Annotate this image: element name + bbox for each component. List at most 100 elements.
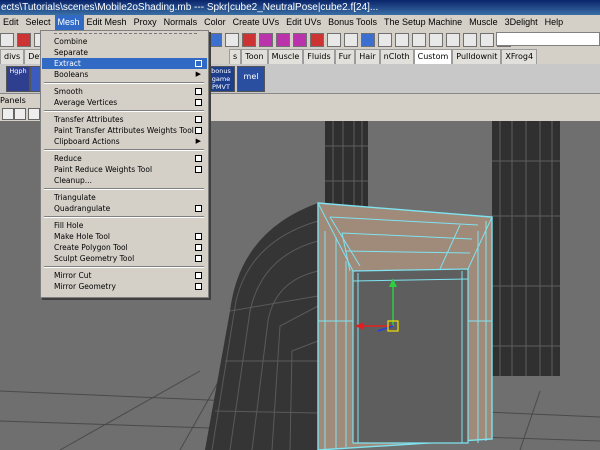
menu-item-separate[interactable]: Separate — [42, 47, 207, 58]
menu-proxy[interactable]: Proxy — [131, 15, 161, 30]
option-box-icon[interactable] — [195, 127, 202, 134]
ipr-render-icon[interactable] — [361, 33, 375, 47]
shelf-tab-hair[interactable]: Hair — [355, 49, 380, 64]
menu-item-quadrangulate[interactable]: Quadrangulate — [42, 203, 207, 214]
snap-curve-icon[interactable] — [276, 33, 290, 47]
clapper-icon-5[interactable] — [480, 33, 494, 47]
menu-item-combine[interactable]: Combine — [42, 36, 207, 47]
menu-item-create-polygon-tool[interactable]: Create Polygon Tool — [42, 242, 207, 253]
clapper-icon-3[interactable] — [446, 33, 460, 47]
menu-create-uvs[interactable]: Create UVs — [230, 15, 284, 30]
shelf-tab-xfrog4[interactable]: XFrog4 — [501, 49, 538, 64]
option-box-icon[interactable] — [195, 99, 202, 106]
option-box-icon[interactable] — [195, 155, 202, 162]
snap-grid-icon[interactable] — [259, 33, 273, 47]
option-box-icon[interactable] — [195, 244, 202, 251]
menu-select[interactable]: Select — [23, 15, 55, 30]
panels-menu[interactable]: Panels — [0, 96, 26, 105]
input-line-icon[interactable] — [395, 33, 409, 47]
menu-item-cleanup[interactable]: Cleanup... — [42, 175, 207, 186]
option-box-icon[interactable] — [195, 255, 202, 262]
menu-item-reduce[interactable]: Reduce — [42, 153, 207, 164]
camera-icon[interactable] — [2, 108, 14, 120]
menu-separator — [44, 188, 204, 190]
menu-separator — [44, 149, 204, 151]
select-component-icon[interactable] — [242, 33, 256, 47]
select-object-icon[interactable] — [225, 33, 239, 47]
menu-item-booleans[interactable]: Booleans ▶ — [42, 69, 207, 80]
menu-item-mirror-geometry[interactable]: Mirror Geometry — [42, 281, 207, 292]
menu-item-paint-reduce-weights[interactable]: Paint Reduce Weights Tool — [42, 164, 207, 175]
option-box-icon[interactable] — [195, 60, 202, 67]
shelf-tab-divs[interactable]: divs — [0, 49, 25, 64]
menu-muscle[interactable]: Muscle — [466, 15, 502, 30]
submenu-arrow-icon: ▶ — [195, 137, 201, 145]
menu-edit[interactable]: Edit — [0, 15, 23, 30]
menu-item-smooth[interactable]: Smooth — [42, 86, 207, 97]
main-menu-bar: Edit Select Mesh Edit Mesh Proxy Normals Color… — [0, 15, 600, 30]
option-box-icon[interactable] — [195, 283, 202, 290]
menu-mesh[interactable]: Mesh — [54, 15, 84, 30]
shelf-button-mel[interactable]: mel — [237, 66, 265, 92]
menu-item-fill-hole[interactable]: Fill Hole — [42, 220, 207, 231]
option-box-icon[interactable] — [195, 166, 202, 173]
clapper-icon-4[interactable] — [463, 33, 477, 47]
shelf-tab-s[interactable]: s — [229, 49, 242, 64]
shelf-tab-ncloth[interactable]: nCloth — [379, 49, 414, 64]
snap-surface-icon[interactable] — [310, 33, 324, 47]
clapper-icon-2[interactable] — [429, 33, 443, 47]
shelf-button-bonus-game[interactable]: bonus game PMVT — [207, 66, 235, 92]
window-title-bar: ects\Tutorials\scenes\Mobile2oShading.mb… — [0, 0, 600, 15]
shelf-button-mel-label: mel — [243, 72, 259, 81]
right-column-mesh — [492, 121, 560, 376]
selected-frame-mesh — [317, 202, 493, 450]
menu-3delight[interactable]: 3Delight — [502, 15, 542, 30]
render-frame-icon[interactable] — [344, 33, 358, 47]
quick-input-field[interactable] — [496, 32, 600, 46]
option-box-icon[interactable] — [195, 233, 202, 240]
menu-item-transfer-attributes[interactable]: Transfer Attributes — [42, 114, 207, 125]
snap-point-icon[interactable] — [293, 33, 307, 47]
option-box-icon[interactable] — [195, 88, 202, 95]
mesh-menu-dropdown: Combine Separate Extract Booleans ▶ Smoot… — [40, 30, 209, 298]
menu-item-clipboard-actions[interactable]: Clipboard Actions ▶ — [42, 136, 207, 147]
window-title: ects\Tutorials\scenes\Mobile2oShading.mb… — [1, 2, 379, 13]
option-box-icon[interactable] — [195, 272, 202, 279]
shelf-tab-fur[interactable]: Fur — [334, 49, 356, 64]
render-settings-icon[interactable] — [378, 33, 392, 47]
menu-separator — [44, 216, 204, 218]
menu-item-mirror-cut[interactable]: Mirror Cut — [42, 270, 207, 281]
menu-separator — [44, 82, 204, 84]
shelf-button-hgph[interactable]: Hgph — [6, 66, 30, 92]
menu-item-extract[interactable]: Extract — [42, 58, 207, 69]
image-plane-icon[interactable] — [28, 108, 40, 120]
shelf-tab-pulldownit[interactable]: Pulldownit — [452, 49, 502, 64]
menu-edit-mesh[interactable]: Edit Mesh — [84, 15, 131, 30]
menu-help[interactable]: Help — [542, 15, 568, 30]
shelf-tab-fluids[interactable]: Fluids — [303, 49, 335, 64]
option-box-icon[interactable] — [195, 116, 202, 123]
select-hierarchy-icon[interactable] — [208, 33, 222, 47]
menu-normals[interactable]: Normals — [161, 15, 202, 30]
clapper-icon[interactable] — [412, 33, 426, 47]
menu-edit-uvs[interactable]: Edit UVs — [283, 15, 325, 30]
bookmark-icon[interactable] — [14, 108, 26, 120]
mode-icon[interactable] — [0, 33, 14, 47]
menu-bonus-tools[interactable]: Bonus Tools — [325, 15, 381, 30]
menu-separator — [44, 266, 204, 268]
menu-color[interactable]: Color — [201, 15, 230, 30]
menu-separator — [44, 110, 204, 112]
new-scene-icon[interactable] — [17, 33, 31, 47]
option-box-icon[interactable] — [195, 205, 202, 212]
menu-item-make-hole-tool[interactable]: Make Hole Tool — [42, 231, 207, 242]
menu-item-sculpt-geometry-tool[interactable]: Sculpt Geometry Tool — [42, 253, 207, 264]
shelf-tab-muscle[interactable]: Muscle — [267, 49, 304, 64]
history-icon[interactable] — [327, 33, 341, 47]
shelf-tab-custom[interactable]: Custom — [413, 49, 453, 64]
menu-setup-machine[interactable]: The Setup Machine — [381, 15, 466, 30]
shelf-tab-toon[interactable]: Toon — [241, 49, 268, 64]
menu-item-triangulate[interactable]: Triangulate — [42, 192, 207, 203]
menu-item-paint-transfer-weights[interactable]: Paint Transfer Attributes Weights Tool — [42, 125, 207, 136]
menu-item-average-vertices[interactable]: Average Vertices — [42, 97, 207, 108]
status-line-tools — [208, 32, 514, 47]
